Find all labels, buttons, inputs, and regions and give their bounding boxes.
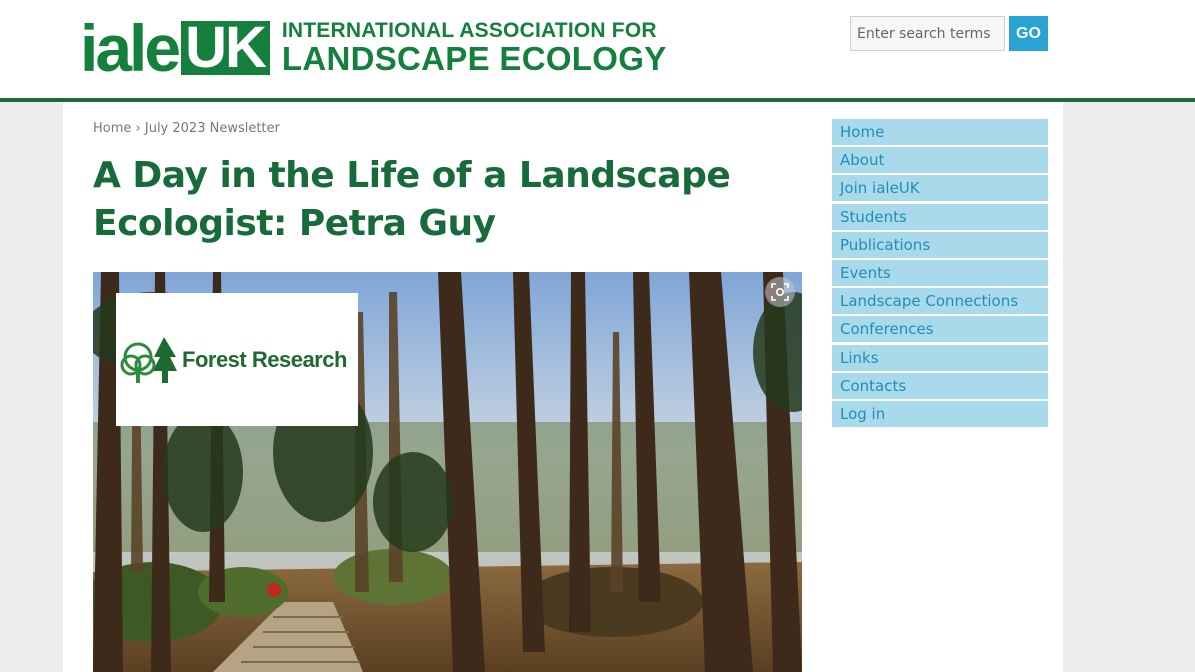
sidebar-item-events[interactable]: Events: [832, 259, 1048, 286]
site-header: iale UK INTERNATIONAL ASSOCIATION FOR LA…: [0, 0, 1195, 102]
sidebar-item-links[interactable]: Links: [832, 344, 1048, 371]
sidebar-item-home[interactable]: Home: [832, 119, 1048, 145]
breadcrumb-separator: ›: [135, 121, 141, 136]
site-logo[interactable]: iale UK INTERNATIONAL ASSOCIATION FOR LA…: [80, 11, 667, 85]
sidebar-item-contacts[interactable]: Contacts: [832, 372, 1048, 399]
sidebar-item-join[interactable]: Join ialeUK: [832, 175, 1048, 202]
logo-iale-text: iale: [80, 11, 181, 85]
sidebar-item-landscape-connections[interactable]: Landscape Connections: [832, 288, 1048, 315]
search-go-button[interactable]: GO: [1009, 16, 1048, 51]
breadcrumb-home-link[interactable]: Home: [93, 121, 131, 136]
logo-tagline: INTERNATIONAL ASSOCIATION FOR LANDSCAPE …: [282, 20, 667, 76]
page-title: A Day in the Life of a Landscape Ecologi…: [93, 155, 731, 244]
logo-uk-badge: UK: [181, 19, 270, 77]
article-photo: Forest Research: [93, 272, 802, 672]
forest-research-logo: Forest Research: [116, 293, 358, 426]
sidebar-item-login[interactable]: Log in: [832, 400, 1048, 427]
sidebar-item-conferences[interactable]: Conferences: [832, 316, 1048, 343]
logo-tagline-line2: LANDSCAPE ECOLOGY: [281, 40, 667, 77]
breadcrumb: Home › July 2023 Newsletter: [93, 121, 280, 136]
sidebar-item-students[interactable]: Students: [832, 203, 1048, 230]
sidebar-nav: Home About Join ialeUK Students Publicat…: [832, 119, 1048, 429]
sidebar-item-about[interactable]: About: [832, 147, 1048, 174]
sidebar-item-publications[interactable]: Publications: [832, 231, 1048, 258]
logo-tagline-line1: INTERNATIONAL ASSOCIATION FOR: [281, 19, 657, 42]
camera-scan-icon[interactable]: [765, 277, 795, 307]
search-input[interactable]: [850, 16, 1005, 51]
breadcrumb-current: July 2023 Newsletter: [144, 121, 280, 136]
forest-research-text: Forest Research: [182, 346, 347, 372]
tree-logo-icon: [120, 336, 177, 383]
